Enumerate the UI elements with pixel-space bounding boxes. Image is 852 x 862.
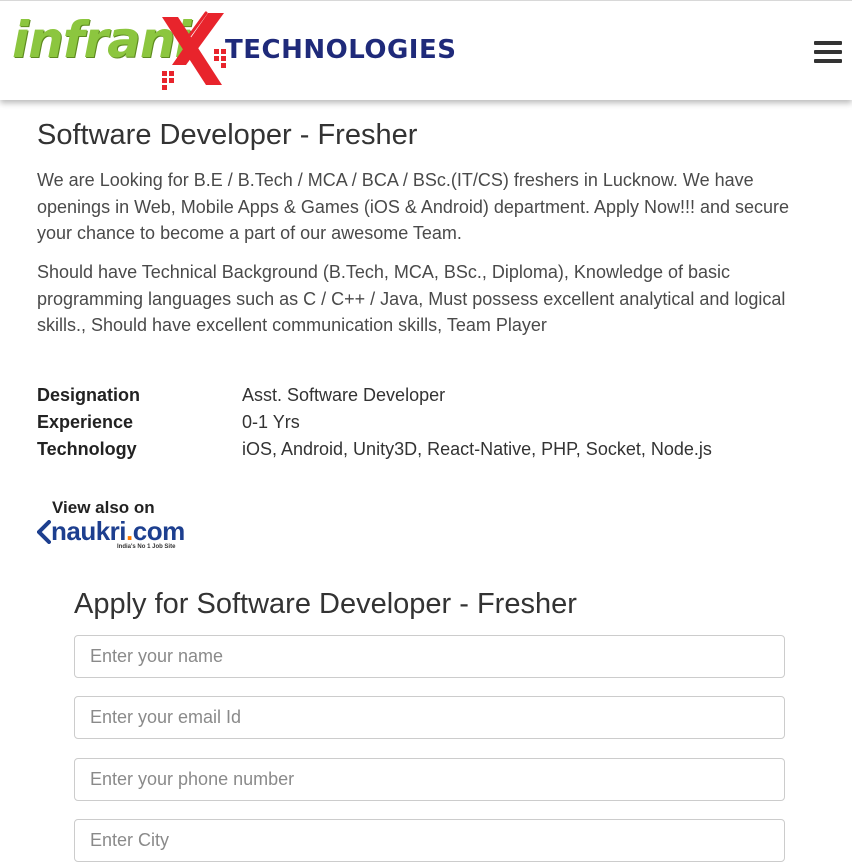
- detail-label: Designation: [37, 385, 141, 405]
- email-input[interactable]: [74, 696, 785, 739]
- naukri-logo: naukri.com: [51, 516, 185, 547]
- site-header: infrani TECHNOLOGIES: [0, 0, 852, 100]
- naukri-logo-dot: .: [126, 516, 133, 546]
- naukri-link[interactable]: View also on naukri.com India's No 1 Job…: [37, 498, 217, 554]
- naukri-logo-com: com: [132, 516, 185, 546]
- detail-row-designation: Designation Asst. Software Developer: [37, 385, 817, 412]
- detail-value: iOS, Android, Unity3D, React-Native, PHP…: [242, 439, 712, 459]
- detail-label: Experience: [37, 412, 134, 432]
- name-input[interactable]: [74, 635, 785, 678]
- infranix-logo[interactable]: infrani TECHNOLOGIES: [12, 9, 456, 93]
- naukri-tagline: India's No 1 Job Site: [117, 544, 176, 550]
- job-details: Designation Asst. Software Developer Exp…: [37, 385, 817, 466]
- detail-row-technology: Technology iOS, Android, Unity3D, React-…: [37, 439, 817, 466]
- naukri-view-text: View also on: [52, 498, 155, 517]
- job-requirements: Should have Technical Background (B.Tech…: [37, 262, 786, 335]
- logo-x-mark-icon: [162, 11, 226, 90]
- detail-value: 0-1 Yrs: [242, 412, 300, 432]
- logo-tagline: TECHNOLOGIES: [225, 35, 457, 65]
- naukri-logo-main: naukri: [51, 516, 127, 546]
- hamburger-menu-icon[interactable]: [814, 41, 842, 63]
- naukri-swoosh-icon: [37, 520, 51, 544]
- job-intro: We are Looking for B.E / B.Tech / MCA / …: [37, 170, 790, 243]
- apply-form-title: Apply for Software Developer - Fresher: [74, 588, 577, 620]
- detail-value: Asst. Software Developer: [242, 385, 446, 405]
- detail-label: Technology: [37, 439, 137, 459]
- job-title: Software Developer - Fresher: [37, 119, 418, 151]
- city-input[interactable]: [74, 819, 785, 862]
- phone-input[interactable]: [74, 758, 785, 801]
- detail-row-experience: Experience 0-1 Yrs: [37, 412, 817, 439]
